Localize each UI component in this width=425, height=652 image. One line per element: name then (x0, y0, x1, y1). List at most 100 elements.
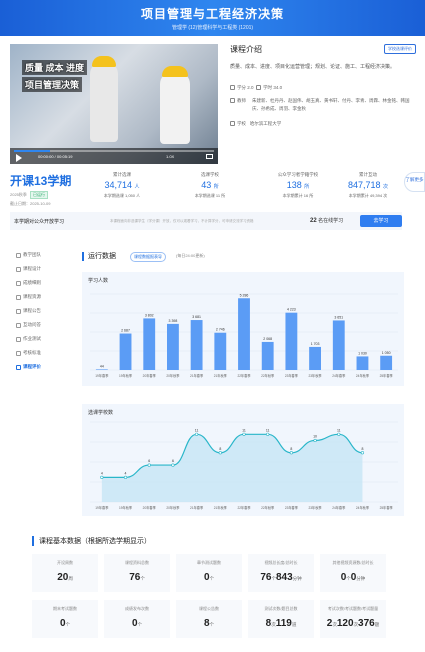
online-count-label: 名在线学习 (318, 218, 344, 224)
online-count-value: 22 (310, 218, 317, 224)
data-label: 8 (290, 447, 292, 451)
basic-data-value: 0个 (176, 572, 242, 583)
learn-more-button[interactable]: 了解更多 (404, 172, 425, 192)
clock-icon (256, 85, 262, 90)
sidebar-item-label: 互动问答 (23, 322, 41, 327)
video-time: 00:00:00 / 00:05:19 (38, 154, 73, 159)
course-title: 项目管理与工程经济决策 (140, 7, 284, 21)
bar (143, 318, 156, 370)
learners-chart-svg: 44 19年春季 2 687 19年秋季 3 802 20年春季 3 398 20年秋季 3 6… (90, 293, 398, 378)
video-player[interactable]: 质量 成本 进度 项目管理决策 00:00:00 / 00:05:19 1.0X (10, 44, 218, 164)
data-label: 4 223 (287, 308, 296, 312)
grading-icon (16, 280, 21, 286)
design-icon (16, 266, 21, 272)
sidebar-item-label: 教学团队 (23, 252, 41, 257)
basic-data-cell: 测试次数/题目总数 8次119道 (248, 600, 314, 638)
basic-data-label: 成绩发布次数 (125, 606, 149, 611)
tick-label: 24年秋季 (356, 373, 370, 378)
sidebar-item[interactable]: 课程评价 (14, 360, 74, 374)
teachers: 教师 朱建新、杜丹丹、赵国伟、胡玉真、黄书轩、付丹、李青、周霖、林金铭、韩国庆、… (230, 97, 416, 113)
basic-data-label: 章节测试题数 (197, 560, 221, 565)
credit-icon (230, 85, 235, 90)
basic-data-unit: 个 (137, 622, 143, 627)
stat-value: 138 (286, 180, 302, 190)
teachers-list: 朱建新、杜丹丹、赵国伟、胡玉真、黄书轩、付丹、李青、周霖、林金铭、韩国庆、孙希成… (252, 98, 410, 111)
run-data-header: 运行数据 课程数据报表导 (每日24:00更新) (82, 251, 402, 263)
teacher-icon (230, 98, 235, 103)
sidebar-item[interactable]: 互动问答 (14, 318, 74, 332)
video-figure-hat (162, 66, 188, 77)
sidebar-item[interactable]: 课程设计 (14, 262, 74, 276)
data-point (171, 463, 175, 467)
tick-label: 20年春季 (143, 505, 157, 510)
stat-unit: 所 (304, 184, 310, 190)
basic-data-cell: 期末考试题数 0个 (32, 600, 98, 638)
data-point (313, 438, 317, 443)
sidebar-item[interactable]: 作业测试 (14, 332, 74, 346)
tick-label: 25年春季 (380, 373, 394, 378)
stat-label: 选课学校 (201, 172, 219, 177)
basic-data-cell: 开设周数 20周 (32, 554, 98, 592)
data-label: 1 703 (311, 342, 320, 346)
online-count: 22 名在线学习 (310, 217, 343, 224)
bar (261, 341, 274, 370)
school-review-button[interactable]: 学校选课评价 (384, 44, 416, 54)
speed-button[interactable]: 1.0X (166, 154, 174, 159)
report-export-link[interactable]: 课程数据报表导 (130, 252, 166, 262)
tick-label: 21年秋季 (214, 505, 228, 510)
basic-data-value: 8次119道 (248, 618, 314, 629)
basic-data-unit: 个 (65, 622, 71, 627)
sidebar-item[interactable]: 考核标准 (14, 346, 74, 360)
basic-data-cell: 章节测试题数 0个 (176, 554, 242, 592)
bar (167, 323, 179, 370)
basic-data-unit: 分钟 (292, 576, 302, 581)
data-label: 3 398 (169, 319, 178, 323)
play-icon[interactable] (16, 154, 22, 162)
basic-data-label: 开设周数 (57, 560, 73, 565)
sidebar-nav: 教学团队课程设计成绩细则课程资源 课程公告互动问答作业测试 考核标准 课程评价 (14, 248, 74, 374)
data-label: 11 (242, 428, 246, 432)
data-point (360, 451, 365, 455)
public-learning-note: 本课程面向非选课学生（学分课）开放，仅可以观看学习，不计算学分，可申请交流学习资… (110, 219, 254, 223)
video-banner-line: 质量 成本 进度 (22, 60, 88, 75)
data-label: 1 030 (358, 351, 367, 355)
tick-label: 23年秋季 (309, 373, 323, 378)
school: 学校 哈尔滨工程大学 (230, 121, 416, 127)
stat-value: 847,718 (347, 180, 381, 190)
go-learn-button[interactable]: 去学习 (360, 215, 402, 227)
sidebar-item[interactable]: 课程公告 (14, 304, 74, 318)
tick-label: 20年秋季 (166, 505, 180, 510)
data-point (195, 432, 199, 436)
tick-label: 20年秋季 (166, 373, 180, 378)
stat-sub: 本学期累计 16 所 (282, 193, 314, 198)
basic-data-label: 期末考试题数 (53, 606, 77, 611)
school-name[interactable]: 哈尔滨工程大学 (250, 121, 282, 126)
semester-count: 开课13学期 (10, 174, 72, 188)
course-subtitle: 管理学 (12)管理科学与工程类 (1201) (171, 25, 254, 31)
video-figure (160, 72, 190, 144)
basic-data-number: 20 (57, 572, 69, 583)
basic-data-unit: 题 (374, 622, 380, 627)
video-figure (90, 62, 118, 142)
basic-data-value: 0个0分钟 (320, 572, 386, 583)
sidebar-item[interactable]: 教学团队 (14, 248, 74, 262)
basic-data-number: 120 (336, 618, 354, 629)
basic-data-value: 76个843分钟 (248, 572, 314, 583)
chart-icon (16, 364, 21, 370)
sidebar-item[interactable]: 成绩细则 (14, 276, 74, 290)
sidebar-item[interactable]: 课程资源 (14, 290, 74, 304)
video-progress-fill (14, 150, 50, 152)
bar (332, 320, 345, 370)
video-progress-bar[interactable] (14, 150, 214, 152)
qa-icon (16, 322, 21, 328)
data-point (242, 432, 246, 436)
credits-hours: 学分 2.0 学时 34.0 (230, 85, 416, 91)
stat-label: 公众学习者学籍学校 (277, 172, 319, 177)
stat-value: 34,714 (104, 180, 132, 190)
sidebar-item-label: 成绩细则 (23, 280, 41, 285)
basic-data-unit: 个 (209, 622, 215, 627)
tick-label: 19年春季 (95, 505, 109, 510)
fullscreen-icon[interactable] (206, 154, 213, 159)
data-label: 4 (125, 471, 127, 475)
tick-label: 20年春季 (143, 373, 157, 378)
